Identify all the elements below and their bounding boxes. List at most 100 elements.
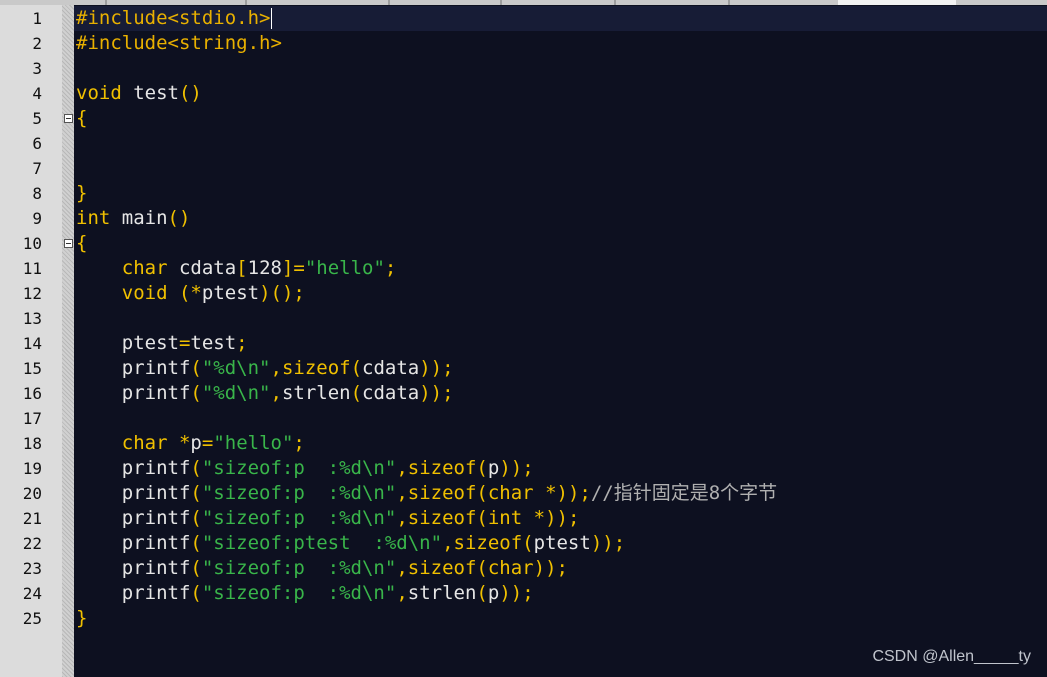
operator-token: () [178, 82, 202, 104]
identifier-token: printf [76, 382, 191, 404]
code-line[interactable] [74, 406, 1047, 431]
identifier-token: printf [76, 507, 191, 529]
code-line[interactable]: } [74, 606, 1047, 631]
operator-token: , [270, 357, 282, 379]
code-line[interactable]: printf("sizeof:p :%d\n",sizeof(char *));… [74, 481, 1047, 506]
line-number: 24 [22, 584, 42, 603]
operator-token: } [76, 607, 88, 629]
code-line[interactable]: char *p="hello"; [74, 431, 1047, 456]
code-line[interactable]: printf("sizeof:ptest :%d\n",sizeof(ptest… [74, 531, 1047, 556]
code-line[interactable]: int main() [74, 206, 1047, 231]
keyword-token: sizeof [407, 482, 477, 504]
code-line[interactable]: void test() [74, 81, 1047, 106]
code-editor[interactable]: 1 2 3 4 5 6 7 8 9 10 11 12 13 14 15 16 17 18 19 20 21 22 23 24 2… [0, 0, 1047, 677]
operator-token: ( [190, 582, 202, 604]
identifier-token: cdata [362, 357, 420, 379]
fold-toggle-icon[interactable] [64, 239, 73, 248]
operator-token: )(); [259, 282, 305, 304]
line-number: 20 [22, 484, 42, 503]
code-line[interactable]: printf("sizeof:p :%d\n",sizeof(char)); [74, 556, 1047, 581]
keyword-token: int [76, 207, 111, 229]
operator-token: * [533, 482, 557, 504]
code-line[interactable]: printf("sizeof:p :%d\n",sizeof(int *)); [74, 506, 1047, 531]
string-token: "hello" [213, 432, 294, 454]
watermark: CSDN @Allen_____ty [872, 648, 1031, 665]
code-area[interactable]: #include<stdio.h> #include<string.h> void … [74, 5, 1047, 677]
identifier-token: printf [76, 532, 191, 554]
identifier-token: ptest [533, 532, 591, 554]
line-number: 11 [22, 259, 42, 278]
operator-token: ; [384, 257, 397, 279]
identifier-token: ptest [201, 282, 260, 304]
identifier-token: printf [76, 557, 191, 579]
operator-token: = [178, 332, 191, 354]
string-token: "%d\n" [201, 357, 271, 379]
operator-token: )); [556, 482, 591, 504]
operator-token: ( [190, 532, 202, 554]
identifier-token: p [190, 432, 202, 454]
fold-margin[interactable] [62, 5, 74, 677]
identifier-token: cdata [362, 382, 420, 404]
operator-token: )); [499, 582, 534, 604]
operator-token: ( [190, 482, 202, 504]
keyword-token: void [76, 82, 122, 104]
line-number: 4 [32, 84, 42, 103]
code-line[interactable]: printf("%d\n",strlen(cdata)); [74, 381, 1047, 406]
code-line[interactable]: ptest=test; [74, 331, 1047, 356]
code-line[interactable]: char cdata[128]="hello"; [74, 256, 1047, 281]
code-line[interactable]: printf("sizeof:p :%d\n",sizeof(p)); [74, 456, 1047, 481]
fold-toggle-icon[interactable] [64, 114, 73, 123]
identifier-token: printf [76, 582, 191, 604]
operator-token: ( [190, 382, 202, 404]
string-token: "hello" [304, 257, 385, 279]
preprocessor-token: #include<string.h> [76, 32, 282, 54]
line-number: 3 [32, 59, 42, 78]
line-number: 6 [32, 134, 42, 153]
operator-token: } [76, 182, 88, 204]
line-number: 23 [22, 559, 42, 578]
operator-token: ( [350, 382, 363, 404]
code-line[interactable]: #include<stdio.h> [74, 6, 1047, 31]
operator-token: ( [350, 357, 363, 379]
identifier-token [76, 282, 122, 304]
line-number: 9 [32, 209, 42, 228]
line-number: 12 [22, 284, 42, 303]
line-number: 14 [22, 334, 42, 353]
code-line[interactable]: void (*ptest)(); [74, 281, 1047, 306]
code-line[interactable] [74, 131, 1047, 156]
operator-token: )); [499, 457, 534, 479]
string-token: "sizeof:p :%d\n" [201, 482, 397, 504]
operator-token: )); [545, 507, 580, 529]
identifier-token: ptest [76, 332, 179, 354]
operator-token: ( [476, 457, 488, 479]
line-number: 7 [32, 159, 42, 178]
operator-token: , [442, 532, 454, 554]
identifier-token: main [110, 207, 168, 229]
code-line[interactable]: { [74, 231, 1047, 256]
operator-token: ( [476, 557, 488, 579]
code-line[interactable] [74, 306, 1047, 331]
code-line[interactable] [74, 156, 1047, 181]
operator-token: ( [476, 482, 488, 504]
keyword-token: char [487, 482, 534, 504]
operator-token: ( [476, 582, 488, 604]
preprocessor-token: #include<stdio.h> [76, 7, 271, 29]
code-line[interactable]: printf("%d\n",sizeof(cdata)); [74, 356, 1047, 381]
keyword-token: sizeof [407, 507, 477, 529]
operator-token: * [167, 432, 191, 454]
code-line[interactable]: { [74, 106, 1047, 131]
code-line[interactable] [74, 56, 1047, 81]
operator-token: { [76, 107, 88, 129]
keyword-token: char [121, 257, 168, 279]
string-token: "sizeof:p :%d\n" [201, 507, 397, 529]
code-line[interactable]: } [74, 181, 1047, 206]
identifier-token: printf [76, 482, 191, 504]
line-number: 1 [32, 9, 42, 28]
operator-token: ( [476, 507, 488, 529]
code-line[interactable]: printf("sizeof:p :%d\n",strlen(p)); [74, 581, 1047, 606]
code-line[interactable]: #include<string.h> [74, 31, 1047, 56]
string-token: "sizeof:p :%d\n" [201, 582, 397, 604]
operator-token: , [396, 482, 408, 504]
keyword-token: char [487, 557, 534, 579]
identifier-token: test [190, 332, 237, 354]
